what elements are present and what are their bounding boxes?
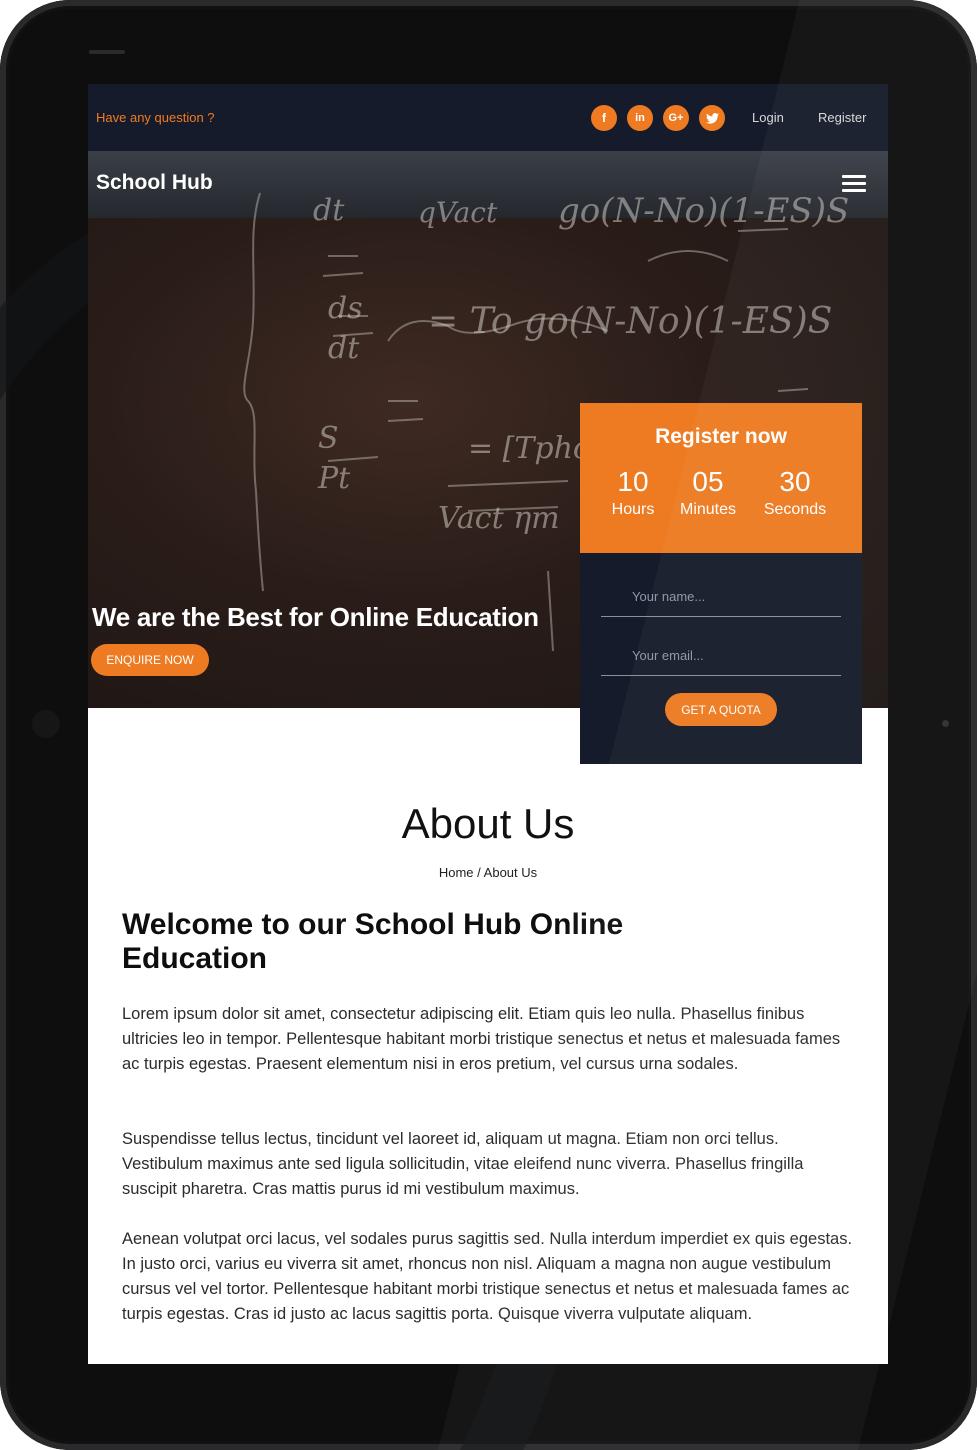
facebook-icon[interactable]: f: [591, 105, 617, 131]
page-title: About Us: [401, 800, 575, 847]
countdown-minutes-value: 05: [692, 466, 724, 497]
enquire-now-button[interactable]: ENQUIRE NOW: [91, 644, 209, 676]
countdown-seconds-label: Seconds: [763, 501, 827, 518]
tablet-frame: Have any question ? f in G+ Login Regist…: [0, 0, 977, 1450]
twitter-icon[interactable]: [699, 105, 725, 131]
hero-section: dt qVact go(N-No)(1-ES)S ds dt = To go(N…: [88, 151, 888, 708]
camera-dot: [942, 720, 949, 727]
name-input[interactable]: [601, 577, 841, 617]
home-button: [32, 710, 60, 738]
breadcrumb-home[interactable]: Home: [439, 865, 474, 880]
breadcrumb-current: About Us: [483, 865, 538, 880]
login-link[interactable]: Login: [752, 110, 784, 125]
welcome-heading: Welcome to our School Hub Online Educati…: [122, 908, 624, 975]
countdown-seconds-value: 30: [779, 466, 811, 497]
linkedin-icon[interactable]: in: [627, 105, 653, 131]
speaker-grille: [89, 50, 125, 54]
register-card: Register now 10 Hours 05 Minutes 30 Seco…: [580, 403, 862, 764]
about-paragraph-2: Suspendisse tellus lectus, tincidunt vel…: [122, 1130, 804, 1198]
register-link[interactable]: Register: [818, 110, 866, 125]
breadcrumb: Home / About Us: [88, 865, 888, 880]
countdown-hours-label: Hours: [611, 501, 655, 518]
about-paragraph-3: Aenean volutpat orci lacus, vel sodales …: [122, 1230, 853, 1323]
top-bar: Have any question ? f in G+ Login Regist…: [88, 84, 888, 151]
google-plus-icon[interactable]: G+: [663, 105, 689, 131]
question-text: Have any question ?: [96, 110, 215, 125]
about-paragraph-1: Lorem ipsum dolor sit amet, consectetur …: [122, 1005, 841, 1073]
get-a-quota-button[interactable]: GET A QUOTA: [665, 693, 777, 726]
hero-title: We are the Best for Online Education: [92, 602, 539, 632]
email-input[interactable]: [601, 636, 841, 676]
register-title: Register now: [655, 425, 787, 448]
countdown-minutes-label: Minutes: [679, 501, 737, 518]
site-logo[interactable]: School Hub: [96, 171, 213, 195]
countdown-hours-value: 10: [617, 466, 649, 497]
screen: Have any question ? f in G+ Login Regist…: [88, 84, 888, 1364]
breadcrumb-separator: /: [477, 865, 481, 880]
hamburger-menu-icon[interactable]: [842, 175, 866, 196]
countdown-panel: Register now 10 Hours 05 Minutes 30 Seco…: [580, 403, 862, 553]
